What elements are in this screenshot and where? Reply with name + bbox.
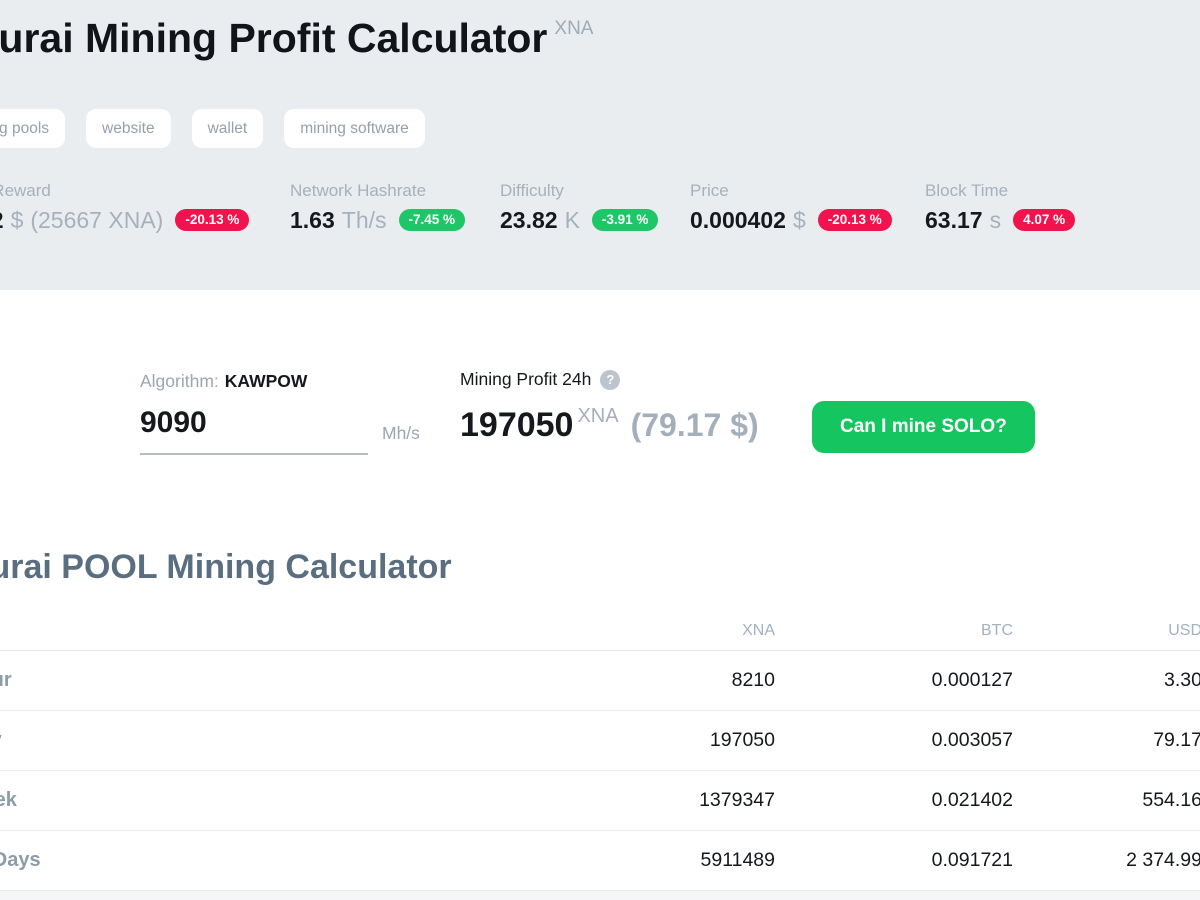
stat-label: Network Hashrate (290, 181, 427, 200)
table-header-row: XNA BTC USD (0, 610, 1200, 651)
page-title: Neurai Mining Profit Calculator XNA (0, 0, 1200, 70)
algorithm-value: KAWPOW (224, 371, 308, 391)
next-row-partial-band (0, 891, 1200, 900)
btc-column-header: BTC (775, 610, 1013, 651)
change-badge: -3.91 % (591, 208, 659, 232)
usd-value: 554.16 (1013, 770, 1200, 831)
profit-label: Mining Profit 24h (460, 369, 592, 389)
chip-website[interactable]: website (86, 109, 171, 148)
table-row-week: Week 1379347 0.021402 554.16 (0, 770, 1200, 831)
stat-unit: K (564, 207, 580, 233)
usd-column-header: USD (1013, 610, 1200, 651)
usd-value: 2 374.99 (1013, 830, 1200, 891)
page-content: Neurai Mining Profit Calculator XNA minin… (0, 0, 1200, 900)
period-label: 30 Days (0, 830, 316, 891)
stat-value: 10.32 (0, 206, 4, 234)
stat-block-reward: Block Reward 10.32 $ (25667 XNA) -20.13 … (0, 181, 290, 234)
xna-value: 1379347 (316, 770, 775, 831)
chip-mining-pools[interactable]: mining pools (0, 109, 66, 148)
usd-value: 79.17 (1013, 710, 1200, 771)
stat-price: Price 0.000402 $ -20.13 % (690, 181, 925, 234)
can-i-mine-solo-button[interactable]: Can I mine SOLO? (812, 401, 1035, 453)
stat-label: Price (690, 181, 729, 200)
stat-extra: (25667 XNA) (30, 207, 164, 233)
calculator-section: Algorithm:KAWPOW Mining Profit 24h ? Mh/… (0, 290, 1200, 500)
page-title-text: Neurai Mining Profit Calculator (0, 15, 548, 61)
stat-label: Block Reward (0, 181, 51, 200)
pool-calculator-section: Neurai POOL Mining Calculator XNA BTC US… (0, 548, 1200, 900)
hashrate-unit-label: Mh/s (382, 423, 420, 443)
change-badge: -20.13 % (817, 208, 892, 232)
algorithm-label: Algorithm: (140, 371, 219, 391)
stat-unit: Th/s (341, 207, 387, 233)
quick-links: mining pools website wallet mining softw… (0, 109, 1200, 148)
stat-label: Difficulty (500, 181, 564, 200)
coin-ticker-superscript: XNA (554, 18, 594, 39)
xna-value: 197050 (316, 710, 775, 771)
change-badge: -7.45 % (398, 208, 466, 232)
stat-label: Block Time (925, 181, 1009, 200)
period-label: Week (0, 770, 316, 831)
xna-value: 5911489 (316, 830, 775, 891)
period-label: Hour (0, 650, 316, 711)
profit-fiat-amount: (79.17 $) (630, 407, 759, 443)
profit-label-row: Mining Profit 24h ? (460, 369, 621, 390)
profit-coin-ticker: XNA (577, 405, 619, 427)
btc-value: 0.000127 (775, 650, 1013, 711)
stat-difficulty: Difficulty 23.82 K -3.91 % (500, 181, 690, 234)
stat-value: 23.82 (500, 207, 558, 233)
hashrate-input[interactable] (140, 403, 368, 455)
header-section: Neurai Mining Profit Calculator XNA minin… (0, 0, 1200, 290)
table-row-hour: Hour 8210 0.000127 3.30 (0, 650, 1200, 711)
profit-value-row: 197050 XNA (79.17 $) (460, 402, 759, 453)
pool-earnings-table: XNA BTC USD Hour 8210 0.000127 3.30 Day … (0, 610, 1200, 891)
table-row-day: Day 197050 0.003057 79.17 (0, 710, 1200, 771)
period-column-header (0, 610, 316, 651)
btc-value: 0.091721 (775, 830, 1013, 891)
network-stats-bar: Block Reward 10.32 $ (25667 XNA) -20.13 … (0, 181, 1200, 234)
chip-wallet[interactable]: wallet (191, 109, 264, 148)
stat-block-time: Block Time 63.17 s 4.07 % (925, 181, 1076, 234)
stat-value: 0.000402 (690, 207, 786, 233)
profit-coin-amount: 197050 (460, 406, 574, 444)
table-row-30-days: 30 Days 5911489 0.091721 2 374.99 (0, 830, 1200, 891)
help-icon[interactable]: ? (600, 369, 621, 390)
change-badge: 4.07 % (1013, 208, 1076, 232)
pool-section-title: Neurai POOL Mining Calculator (0, 548, 452, 586)
period-label: Day (0, 710, 316, 771)
xna-column-header: XNA (316, 610, 775, 651)
btc-value: 0.003057 (775, 710, 1013, 771)
xna-value: 8210 (316, 650, 775, 711)
stat-unit: $ (10, 207, 24, 233)
usd-value: 3.30 (1013, 650, 1200, 711)
btc-value: 0.021402 (775, 770, 1013, 831)
chip-mining-software[interactable]: mining software (284, 109, 425, 148)
stat-network-hashrate: Network Hashrate 1.63 Th/s -7.45 % (290, 181, 500, 234)
stat-unit: s (989, 207, 1002, 233)
algorithm-row: Algorithm: KAWPOW (140, 371, 307, 392)
stat-value: 1.63 (290, 207, 335, 233)
stat-value: 63.17 (925, 207, 983, 233)
change-badge: -20.13 % (175, 208, 250, 232)
stat-unit: $ (792, 207, 806, 233)
